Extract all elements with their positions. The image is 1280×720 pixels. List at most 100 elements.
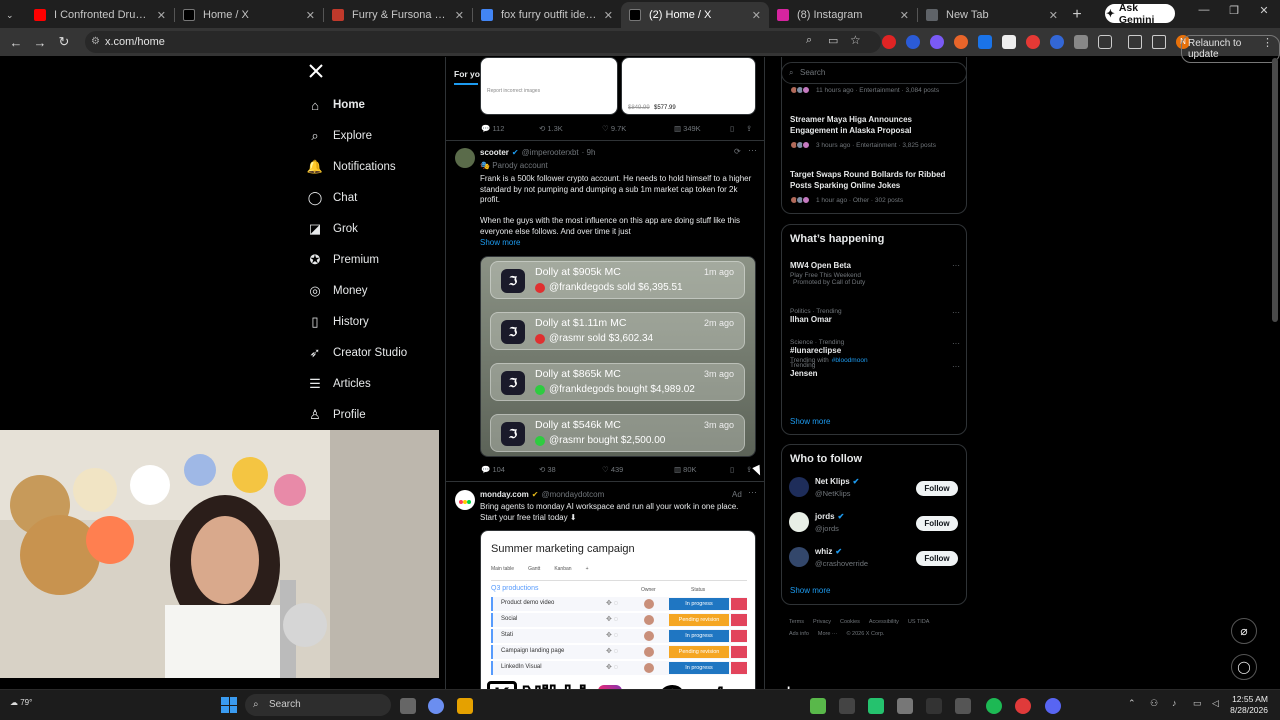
extension-icon[interactable] <box>906 35 920 49</box>
forward-button[interactable]: → <box>28 35 52 50</box>
follow-handle[interactable]: @jords <box>815 524 839 533</box>
scrollbar[interactable] <box>1272 58 1278 322</box>
extension-icon[interactable] <box>882 35 896 49</box>
footer-link[interactable]: © 2026 X Corp. <box>846 631 884 637</box>
avatar[interactable] <box>789 512 809 532</box>
footer-link[interactable]: Ads info <box>789 631 809 637</box>
follow-name[interactable]: jords <box>815 512 835 521</box>
follow-handle[interactable]: @NetKlips <box>815 489 851 498</box>
avatar[interactable] <box>455 490 475 510</box>
extension-icon[interactable] <box>954 35 968 49</box>
extension-icon[interactable] <box>1002 35 1016 49</box>
more-icon[interactable]: ··· <box>952 308 960 317</box>
author-handle[interactable]: @mondaydotcom <box>541 490 604 499</box>
follow-handle[interactable]: @crashoverride <box>815 559 868 568</box>
extension-icon[interactable] <box>1026 35 1040 49</box>
tray-chevron-icon[interactable]: ⌃ <box>1128 698 1136 709</box>
tab-search-icon[interactable]: ⌄ <box>6 2 16 28</box>
trend-item[interactable]: Politics · Trending Ilhan Omar ··· <box>790 308 960 326</box>
app-icon[interactable] <box>839 698 855 714</box>
close-tab-icon[interactable]: ✕ <box>157 9 166 22</box>
footer-link[interactable]: More ··· <box>818 631 838 637</box>
close-tab-icon[interactable]: ✕ <box>900 9 909 22</box>
shield-icon[interactable] <box>1074 35 1088 49</box>
sidebar-item-premium[interactable]: ✪ Premium <box>308 248 379 272</box>
grok-icon[interactable]: ⟳ <box>734 147 741 156</box>
close-tab-icon[interactable]: ✕ <box>604 9 613 22</box>
follow-button[interactable]: Follow <box>916 516 958 531</box>
footer-link[interactable]: US TIDA <box>908 619 930 625</box>
browser-tab[interactable]: Home / X ✕ <box>175 2 323 28</box>
grok-float-button[interactable]: ⌀ <box>1231 618 1257 644</box>
avatar[interactable] <box>789 547 809 567</box>
follow-name[interactable]: Net Klips <box>815 477 850 486</box>
close-tab-icon[interactable]: ✕ <box>306 9 315 22</box>
messages-float-button[interactable]: ◯ <box>1231 654 1257 680</box>
app-icon[interactable] <box>926 698 942 714</box>
network-icon[interactable]: ⚇ <box>1150 698 1158 709</box>
app-icon[interactable] <box>1015 698 1031 714</box>
x-logo-icon[interactable] <box>309 64 323 78</box>
more-icon[interactable]: ··· <box>952 339 960 348</box>
trend-item[interactable]: Science · Trending #lunareclipse Trending … <box>790 339 960 364</box>
sidebar-item-history[interactable]: ▯ History <box>308 310 368 334</box>
show-more-link[interactable]: Show more <box>790 417 830 426</box>
puzzle-icon[interactable] <box>1098 35 1112 49</box>
close-window-button[interactable]: ✕ <box>1250 4 1278 17</box>
follow-button[interactable]: Follow <box>916 481 958 496</box>
repost-button[interactable]: ⟲ 38 <box>539 465 602 474</box>
maximize-button[interactable]: ❐ <box>1220 4 1248 17</box>
post-image[interactable]: ℑ Dolly at $905k MC @frankdegods sold $6,3… <box>480 256 756 457</box>
author-name[interactable]: monday.com <box>480 490 529 499</box>
share-icon[interactable]: ⇪ <box>746 465 752 474</box>
sidebar-item-home[interactable]: ⌂ Home <box>308 93 365 117</box>
copilot-icon[interactable] <box>428 698 444 714</box>
news-title[interactable]: Streamer Maya Higa Announces Engagement … <box>790 115 960 136</box>
zoom-icon[interactable]: ⌕ <box>806 34 812 47</box>
share-icon[interactable]: ⇪ <box>746 124 752 133</box>
extension-icon[interactable] <box>930 35 944 49</box>
product-card[interactable]: Report incorrect images <box>480 57 618 115</box>
cast-icon[interactable]: ▭ <box>828 34 838 47</box>
browser-tab[interactable]: Furry & Fursona Quiz ✕ <box>324 2 472 28</box>
reload-button[interactable]: ↻ <box>52 34 76 50</box>
follow-name[interactable]: whiz <box>815 547 832 556</box>
discord-icon[interactable] <box>1045 698 1061 714</box>
close-tab-icon[interactable]: ✕ <box>455 9 464 22</box>
more-icon[interactable]: ··· <box>952 261 960 270</box>
footer-link[interactable]: Cookies <box>840 619 860 625</box>
show-more-link[interactable]: Show more <box>790 586 830 595</box>
more-icon[interactable]: ··· <box>952 362 960 371</box>
ad-image[interactable]: Summer marketing campaign Main table Gant… <box>480 530 756 689</box>
like-button[interactable]: ♡ 9.7K <box>602 124 674 133</box>
views-button[interactable]: ▥ 80K <box>674 465 730 474</box>
sidebar-item-creator-studio[interactable]: ➶ Creator Studio <box>308 341 408 365</box>
bookmark-icon[interactable]: ▯ <box>730 124 746 133</box>
product-card[interactable]: $849.99 $577.99 <box>621 57 756 115</box>
browser-tab[interactable]: (8) Instagram ✕ <box>769 2 917 28</box>
post-time[interactable]: · 9h <box>582 148 596 157</box>
footer-link[interactable]: Terms <box>789 619 804 625</box>
sidebar-item-explore[interactable]: ⌕ Explore <box>308 124 372 148</box>
sidebar-item-grok[interactable]: ◪ Grok <box>308 217 358 241</box>
news-title[interactable]: Target Swaps Round Bollards for Ribbed P… <box>790 170 960 191</box>
taskbar-search[interactable]: ⌕ Search <box>245 694 391 716</box>
back-button[interactable]: ← <box>4 35 28 50</box>
bookmark-star-icon[interactable]: ☆ <box>850 33 861 47</box>
bookmark-icon[interactable]: ▯ <box>730 465 746 474</box>
start-icon[interactable] <box>221 697 237 713</box>
app-icon[interactable] <box>897 698 913 714</box>
app-icon[interactable] <box>868 698 884 714</box>
show-more-link[interactable]: Show more <box>480 238 520 247</box>
views-button[interactable]: ▥ 349K <box>674 124 730 133</box>
ask-gemini-button[interactable]: ✦ Ask Gemini <box>1105 2 1175 26</box>
avatar[interactable] <box>789 477 809 497</box>
reading-list-icon[interactable] <box>1128 35 1142 49</box>
file-explorer-icon[interactable] <box>457 698 473 714</box>
repost-button[interactable]: ⟲ 1.3K <box>539 124 602 133</box>
author-name[interactable]: scooter <box>480 148 509 157</box>
volume-icon[interactable]: ◁ <box>1212 698 1219 709</box>
reply-button[interactable]: 💬 112 <box>481 124 539 133</box>
weather-widget[interactable]: ☁ 79° <box>10 698 32 707</box>
clock[interactable]: 12:55 AM 8/28/2026 <box>1228 694 1268 716</box>
